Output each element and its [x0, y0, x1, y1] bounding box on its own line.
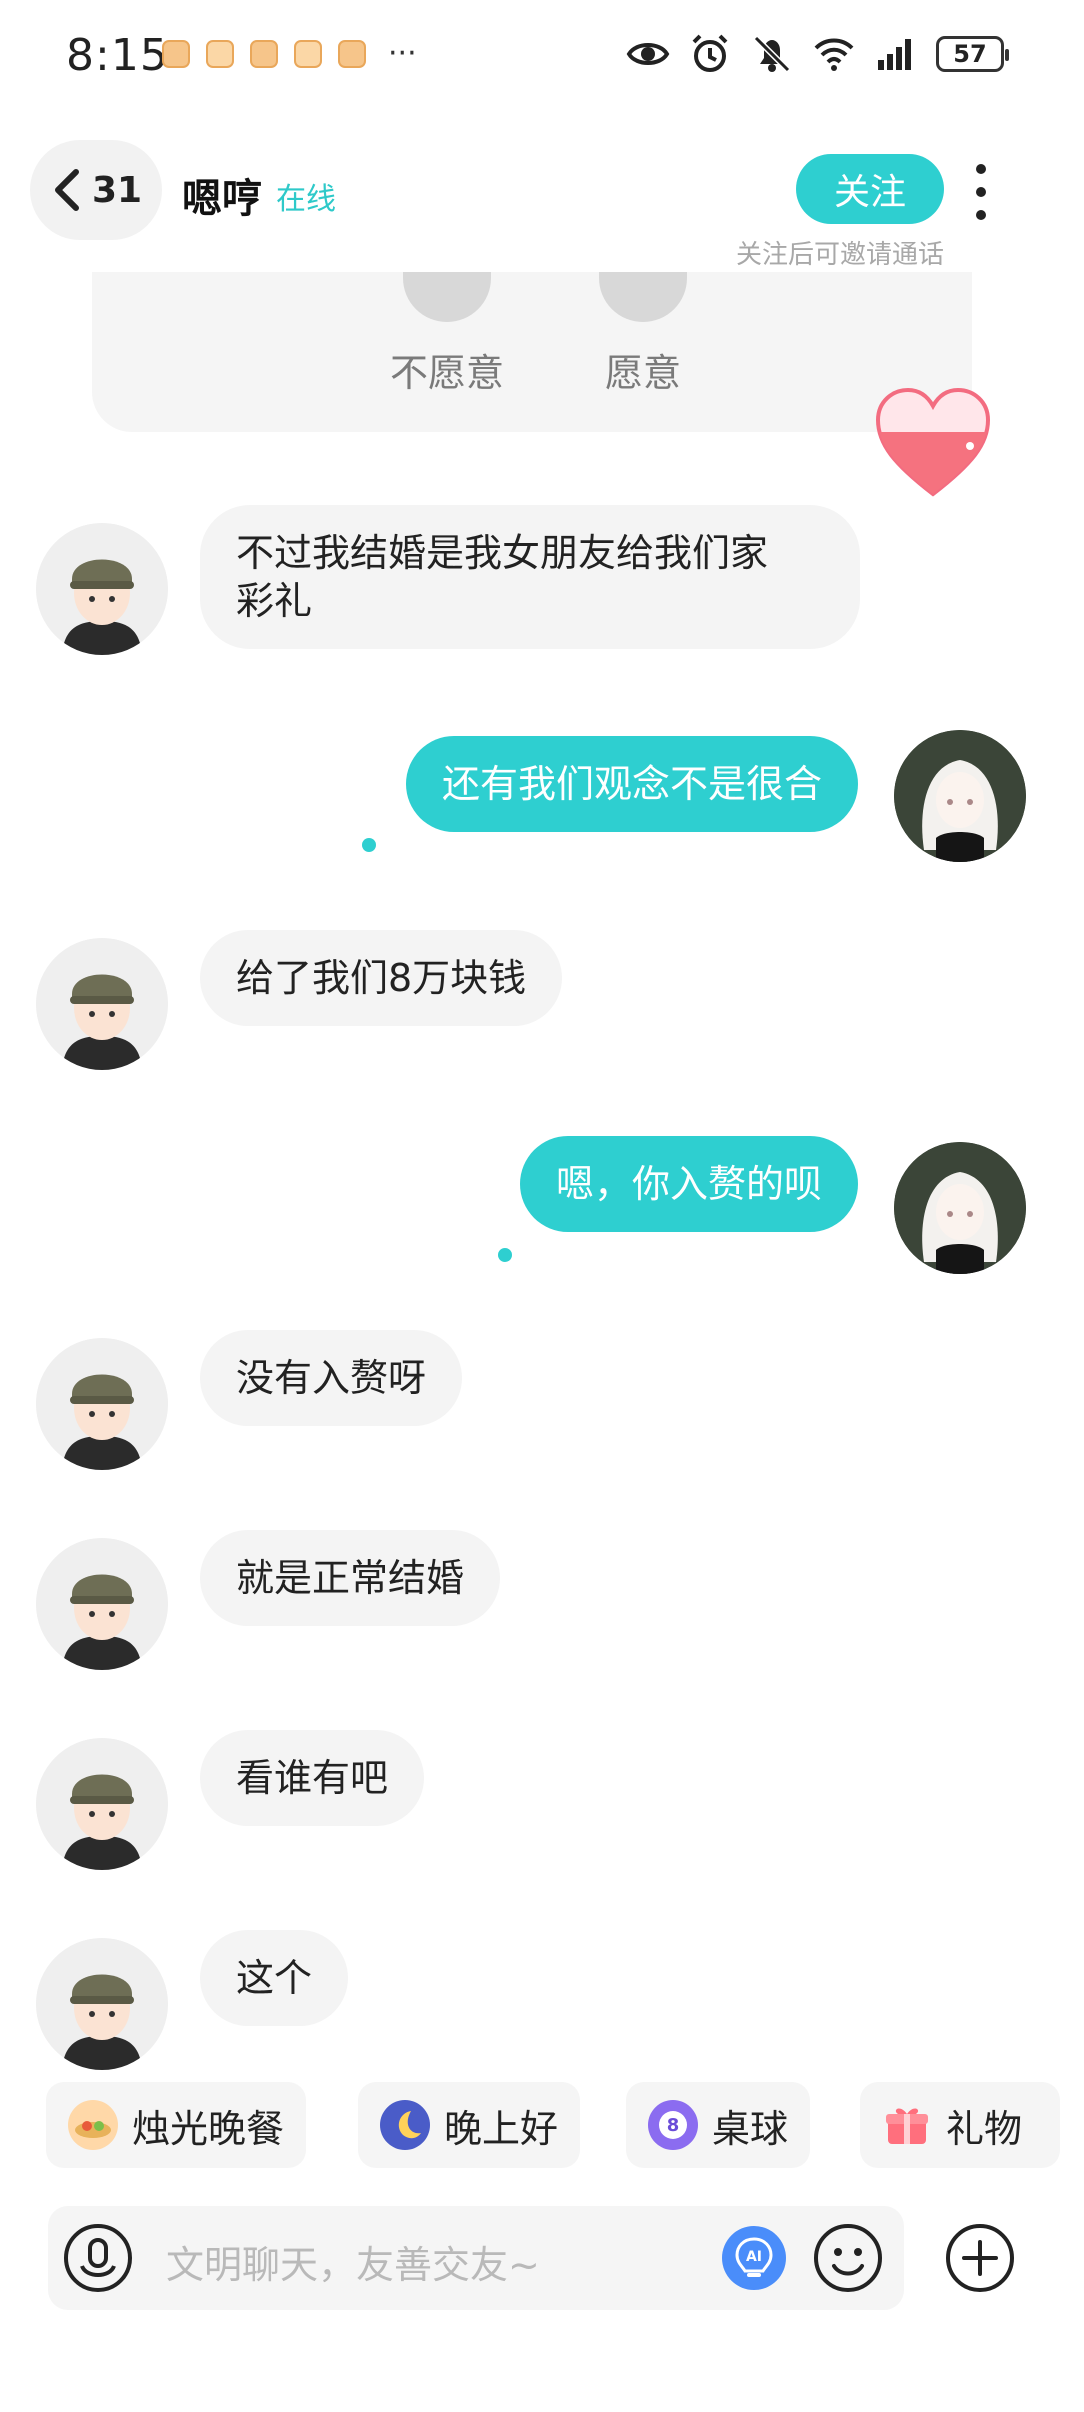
survey-card: 不愿意 愿意 — [92, 272, 972, 432]
read-indicator — [362, 838, 376, 852]
avatar-boy-icon — [36, 1338, 168, 1470]
contact-avatar[interactable] — [36, 938, 168, 1070]
app-notification-icon — [338, 40, 366, 68]
chip-label: 桌球 — [712, 2106, 789, 2151]
message-row-incoming: 就是正常结婚 — [0, 1530, 1084, 1670]
avatar-boy-icon — [36, 523, 168, 655]
sad-face-icon — [403, 272, 491, 322]
message-bubble[interactable]: 不过我结婚是我女朋友给我们家 彩礼 — [200, 505, 860, 649]
chip-label: 晚上好 — [444, 2106, 559, 2151]
message-bubble[interactable]: 还有我们观念不是很合 — [405, 736, 858, 832]
follow-button[interactable]: 关注 — [796, 154, 944, 224]
app-notification-icon — [162, 40, 190, 68]
survey-option-unwilling[interactable]: 不愿意 — [372, 272, 522, 397]
message-input-bar: 文明聊天，友善交友~ AI — [48, 2206, 904, 2310]
system-icons: 57 — [626, 32, 1009, 76]
eye-icon — [626, 32, 670, 76]
happy-face-icon — [599, 272, 687, 322]
quick-actions-bar: 烛光晚餐 晚上好 8 桌球 礼物 — [46, 2082, 1084, 2168]
candle-dinner-icon — [68, 2100, 118, 2150]
read-indicator — [498, 1248, 512, 1262]
message-bubble[interactable]: 没有入赘呀 — [200, 1330, 463, 1426]
more-options-button[interactable] — [966, 164, 996, 220]
heart-icon[interactable] — [874, 386, 992, 498]
contact-avatar[interactable] — [36, 1738, 168, 1870]
status-bar: 8:15 ··· 57 — [0, 0, 1084, 110]
notification-icons: ··· — [162, 36, 417, 71]
ai-icon-label: AI — [746, 2249, 762, 2265]
survey-option-willing[interactable]: 愿意 — [568, 272, 718, 397]
more-dot-icon — [976, 210, 986, 220]
message-bubble[interactable]: 看谁有吧 — [200, 1730, 425, 1826]
quick-action-good-evening[interactable]: 晚上好 — [358, 2082, 581, 2168]
message-row-incoming: 看谁有吧 — [0, 1730, 1084, 1870]
message-bubble[interactable]: 给了我们8万块钱 — [200, 930, 563, 1026]
avatar-boy-icon — [36, 1538, 168, 1670]
wifi-icon — [812, 32, 856, 76]
follow-hint: 关注后可邀请通话 — [736, 240, 945, 270]
voice-input-icon[interactable] — [62, 2222, 134, 2294]
contact-name: 嗯哼 — [182, 176, 262, 222]
message-bubble[interactable]: 嗯，你入赘的呗 — [519, 1136, 858, 1232]
message-row-incoming: 给了我们8万块钱 — [0, 930, 1084, 1070]
signal-icon — [874, 32, 918, 76]
contact-avatar[interactable] — [36, 1938, 168, 2070]
app-notification-icon — [206, 40, 234, 68]
quick-action-billiards[interactable]: 8 桌球 — [626, 2082, 811, 2168]
avatar-boy-icon — [36, 1738, 168, 1870]
mute-bell-icon — [750, 32, 794, 76]
message-row-outgoing: 嗯，你入赘的呗 — [0, 1130, 1084, 1274]
contact-avatar[interactable] — [36, 523, 168, 655]
app-notification-icon — [294, 40, 322, 68]
message-row-incoming: 这个 — [0, 1930, 1084, 2070]
message-bubble[interactable]: 这个 — [200, 1930, 349, 2026]
gift-icon — [882, 2100, 932, 2150]
app-notification-icon — [250, 40, 278, 68]
chip-label: 礼物 — [946, 2106, 1023, 2151]
message-row-outgoing: 还有我们观念不是很合 — [0, 730, 1084, 870]
message-bubble[interactable]: 就是正常结婚 — [200, 1530, 501, 1626]
avatar-boy-icon — [36, 1938, 168, 2070]
my-avatar[interactable] — [894, 730, 1026, 862]
battery-indicator: 57 — [936, 36, 1009, 72]
billiard-number: 8 — [659, 2111, 687, 2139]
more-dot-icon — [976, 164, 986, 174]
survey-option-label: 愿意 — [604, 351, 681, 395]
more-dot-icon — [976, 187, 986, 197]
ai-assistant-icon[interactable]: AI — [722, 2226, 786, 2290]
survey-option-label: 不愿意 — [389, 351, 504, 395]
moon-icon — [380, 2100, 430, 2150]
chat-header: 31 嗯哼 在线 关注 关注后可邀请通话 — [0, 130, 1084, 280]
alarm-icon — [688, 32, 732, 76]
chevron-left-icon — [55, 169, 79, 211]
back-button[interactable]: 31 — [30, 140, 162, 240]
quick-action-gift[interactable]: 礼物 — [860, 2082, 1060, 2168]
avatar-girl-icon — [894, 1142, 1026, 1274]
message-input[interactable]: 文明聊天，友善交友~ — [166, 2234, 540, 2289]
message-text: 不过我结婚是我女朋友给我们家 — [236, 531, 769, 575]
more-notifications-indicator: ··· — [388, 36, 417, 71]
online-status: 在线 — [276, 182, 336, 217]
message-text: 彩礼 — [236, 579, 313, 623]
chip-label: 烛光晚餐 — [132, 2106, 285, 2151]
my-avatar[interactable] — [894, 1142, 1026, 1274]
contact-avatar[interactable] — [36, 1538, 168, 1670]
message-row-incoming: 不过我结婚是我女朋友给我们家 彩礼 — [0, 505, 1084, 665]
avatar-girl-icon — [894, 730, 1026, 862]
avatar-boy-icon — [36, 938, 168, 1070]
billiard-ball-icon: 8 — [648, 2100, 698, 2150]
add-attachment-icon[interactable] — [944, 2222, 1016, 2294]
contact-avatar[interactable] — [36, 1338, 168, 1470]
status-time: 8:15 — [66, 30, 169, 81]
quick-action-candle-dinner[interactable]: 烛光晚餐 — [46, 2082, 307, 2168]
emoji-icon[interactable] — [812, 2222, 884, 2294]
unread-count: 31 — [92, 169, 143, 211]
message-row-incoming: 没有入赘呀 — [0, 1330, 1084, 1470]
